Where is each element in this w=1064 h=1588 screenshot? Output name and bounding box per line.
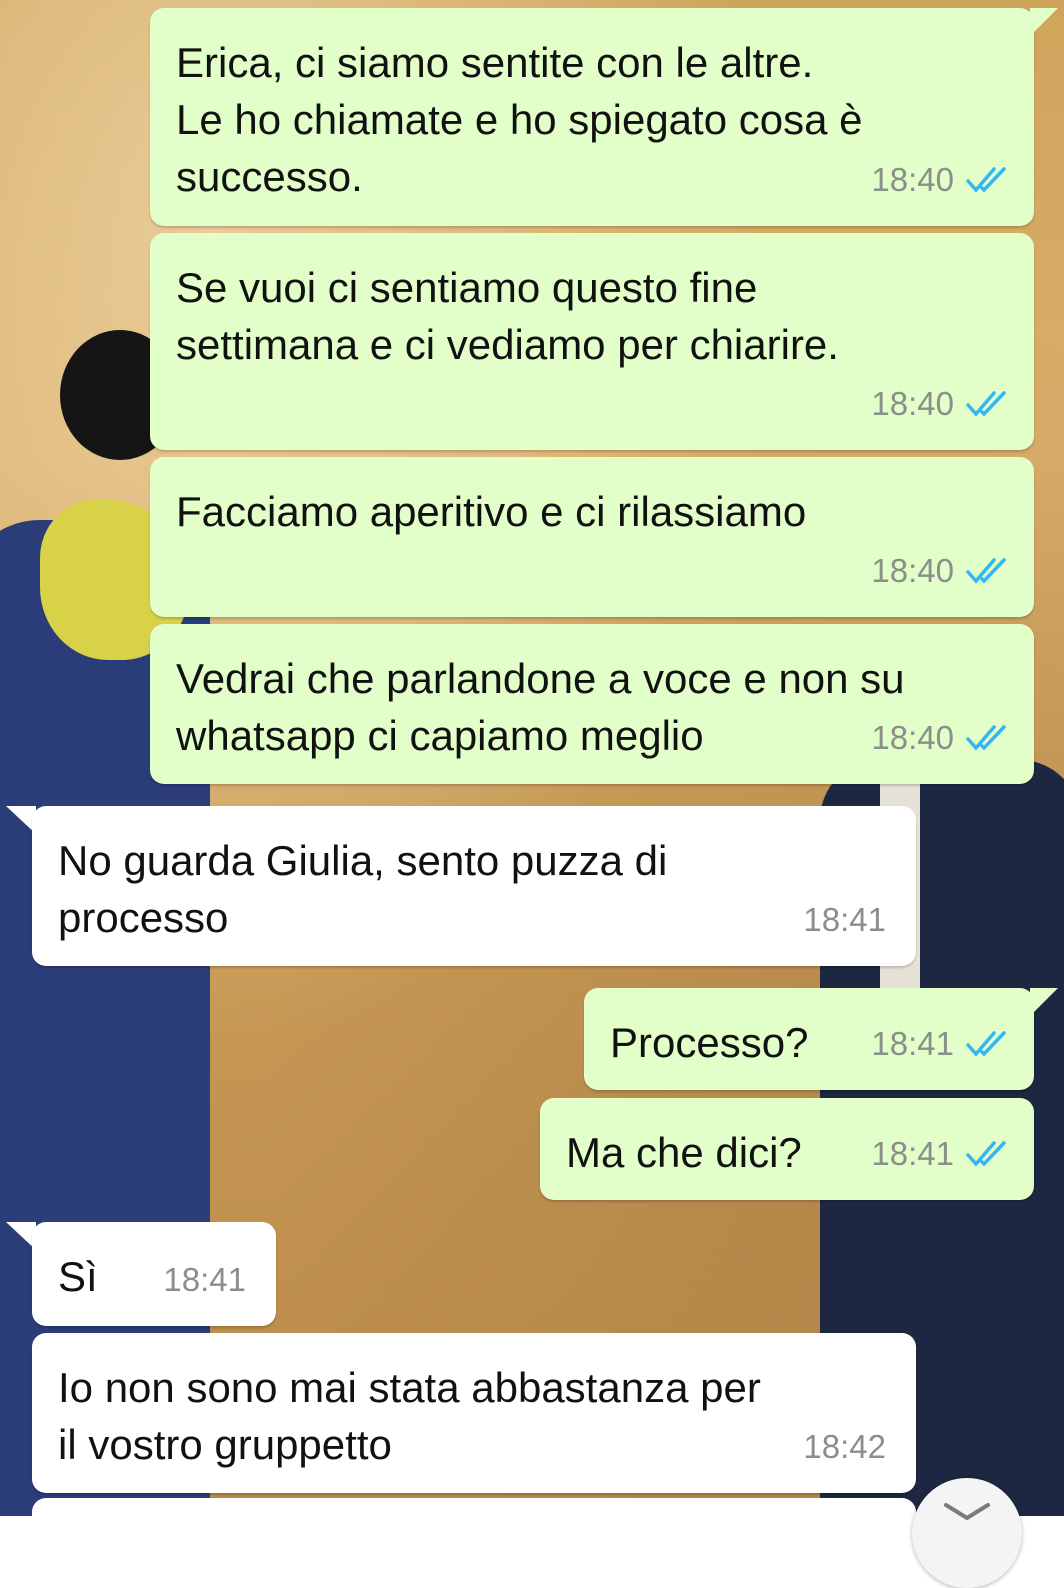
outgoing-message[interactable]: Vedrai che parlandone a voce e non su wh… [150,624,1034,784]
double-check-icon [966,166,1006,193]
message-time: 18:41 [871,1025,954,1062]
message-time: 18:40 [871,552,954,589]
incoming-message[interactable]: Io non sono mai stata abbastanza per il … [32,1333,916,1493]
double-check-icon [966,390,1006,417]
chevron-down-icon [944,1503,990,1521]
incoming-message[interactable]: Sì 18:41 [32,1222,276,1326]
message-time: 18:40 [871,719,954,756]
message-text: No guarda Giulia, sento puzza di process… [58,837,668,941]
message-time: 18:40 [871,161,954,198]
bubble-tail [1030,988,1058,1016]
outgoing-message[interactable]: Facciamo aperitivo e ci rilassiamo 18:40 [150,457,1034,617]
outgoing-message[interactable]: Processo? 18:41 [584,988,1034,1090]
double-check-icon [966,724,1006,751]
scroll-down-button[interactable] [912,1478,1022,1588]
double-check-icon [966,1140,1006,1167]
message-time: 18:41 [803,901,886,938]
incoming-message[interactable]: No guarda Giulia, sento puzza di process… [32,806,916,966]
outgoing-message[interactable]: Se vuoi ci sentiamo questo fine settiman… [150,233,1034,450]
double-check-icon [966,1030,1006,1057]
message-time: 18:42 [803,1428,886,1465]
message-text: Facciamo aperitivo e ci rilassiamo [176,488,807,535]
message-time: 18:41 [163,1261,246,1298]
double-check-icon [966,557,1006,584]
bubble-tail [1030,8,1058,36]
message-time: 18:41 [871,1135,954,1172]
incoming-message-partial[interactable] [32,1498,916,1538]
message-text: Io non sono mai stata abbastanza per il … [58,1364,761,1468]
message-text: Se vuoi ci sentiamo questo fine settiman… [176,264,839,368]
outgoing-message[interactable]: Ma che dici? 18:41 [540,1098,1034,1200]
outgoing-message[interactable]: Erica, ci siamo sentite con le altre. Le… [150,8,1034,226]
message-time: 18:40 [871,385,954,422]
